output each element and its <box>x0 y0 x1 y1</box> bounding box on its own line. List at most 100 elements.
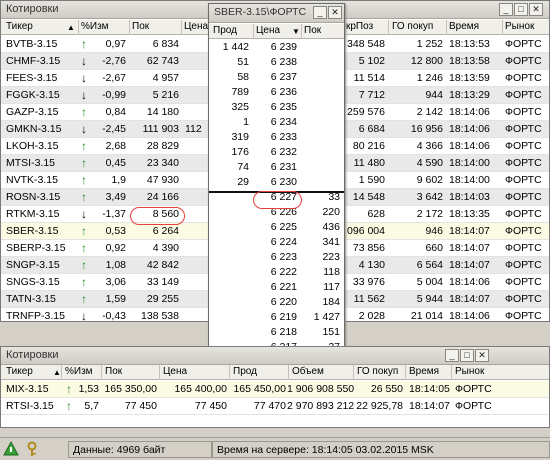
col-buy[interactable]: Пок <box>304 25 321 36</box>
sell-cell: 789 <box>231 86 249 98</box>
go-buy-cell: 22 925,78 <box>356 400 403 412</box>
depth-row[interactable]: 325 6 235 <box>209 100 344 115</box>
close-button[interactable]: ✕ <box>328 6 342 19</box>
col-go-buy[interactable]: ГО покуп <box>357 366 398 377</box>
depth-row[interactable]: 789 6 236 <box>209 85 344 100</box>
col-volume[interactable]: Объем <box>292 366 324 377</box>
market-cell: ФОРТС <box>505 72 542 84</box>
close-button[interactable]: ✕ <box>529 3 543 16</box>
depth-row[interactable]: 74 6 231 <box>209 160 344 175</box>
depth-row[interactable]: 319 6 233 <box>209 130 344 145</box>
col-market[interactable]: Рынок <box>505 21 534 32</box>
go-buy-cell: 3 642 <box>416 191 443 203</box>
sort-asc-icon[interactable]: ▲ <box>67 23 75 32</box>
depth-row[interactable]: 6 221 117 <box>209 280 344 295</box>
col-sell[interactable]: Прод <box>213 25 237 36</box>
arrow-down-icon: ↓ <box>81 309 87 322</box>
depth-row[interactable]: 58 6 237 <box>209 70 344 85</box>
bid-cell: 62 743 <box>146 55 179 67</box>
time-cell: 18:14:00 <box>449 157 490 169</box>
go-buy-cell: 946 <box>425 225 443 237</box>
arrow-down-icon: ↓ <box>81 88 87 102</box>
depth-row[interactable]: 6 219 1 427 <box>209 310 344 325</box>
col-change[interactable]: %Изм <box>65 366 93 377</box>
market-cell: ФОРТС <box>505 123 542 135</box>
price-cell: 6 219 <box>270 311 297 323</box>
depth-row[interactable]: 51 6 238 <box>209 55 344 70</box>
depth-row[interactable]: 1 442 6 239 <box>209 40 344 55</box>
change-cell: -2,45 <box>102 123 126 135</box>
market-cell: ФОРТС <box>505 242 542 254</box>
go-buy-cell: 944 <box>425 89 443 101</box>
connection-icon[interactable] <box>3 440 19 457</box>
minimize-button[interactable]: _ <box>313 6 327 19</box>
col-open-interest[interactable]: крПоз <box>346 21 373 32</box>
buy-cell: 151 <box>322 326 340 338</box>
time-cell: 18:14:06 <box>449 140 490 152</box>
arrow-up-icon: ↑ <box>81 292 87 306</box>
bottom-window-title: Котировки <box>6 349 59 361</box>
depth-row[interactable]: 6 222 118 <box>209 265 344 280</box>
depth-row[interactable]: 6 223 223 <box>209 250 344 265</box>
market-cell: ФОРТС <box>505 225 542 237</box>
col-change[interactable]: %Изм <box>81 21 109 32</box>
key-icon[interactable] <box>24 441 40 457</box>
arrow-up-icon: ↑ <box>66 399 72 413</box>
price-cell: 6 237 <box>270 71 297 83</box>
col-price[interactable]: Цена <box>163 366 187 377</box>
depth-row[interactable]: 176 6 232 <box>209 145 344 160</box>
depth-row[interactable]: 29 6 230 <box>209 175 344 190</box>
bid-cell: 4 957 <box>152 72 179 84</box>
depth-row[interactable]: 6 218 151 <box>209 325 344 340</box>
time-cell: 18:13:35 <box>449 208 490 220</box>
bid-cell: 24 166 <box>146 191 179 203</box>
sort-asc-icon[interactable]: ▲ <box>53 368 61 377</box>
col-market[interactable]: Рынок <box>455 366 484 377</box>
ticker-cell: FEES-3.15 <box>6 72 58 84</box>
market-cell: ФОРТС <box>505 293 542 305</box>
change-cell: 1,53 <box>78 383 99 395</box>
change-cell: 0,97 <box>105 38 126 50</box>
col-bid[interactable]: Пок <box>105 366 122 377</box>
col-time[interactable]: Время <box>449 21 479 32</box>
time-cell: 18:14:00 <box>449 174 490 186</box>
minimize-button[interactable]: _ <box>499 3 513 16</box>
col-ask[interactable]: Прод <box>233 366 257 377</box>
table-row[interactable]: MIX-3.15 ↑ 1,53 165 350,00 165 400,00 165 450… <box>1 381 549 398</box>
maximize-button[interactable]: □ <box>460 349 474 362</box>
go-buy-cell: 21 014 <box>410 310 443 322</box>
col-ticker[interactable]: Тикер <box>6 21 33 32</box>
minimize-button[interactable]: _ <box>445 349 459 362</box>
market-cell: ФОРТС <box>455 383 492 395</box>
table-row[interactable]: RTSI-3.15 ↑ 5,7 77 450 77 450 77 470 2 970 893… <box>1 398 549 415</box>
col-bid[interactable]: Пок <box>132 21 149 32</box>
sort-desc-icon[interactable]: ▼ <box>292 27 300 36</box>
bottom-titlebar[interactable]: Котировки _ □ ✕ <box>1 347 549 365</box>
col-price[interactable]: Цена <box>256 25 280 36</box>
maximize-button[interactable]: □ <box>514 3 528 16</box>
col-ticker[interactable]: Тикер <box>6 366 33 377</box>
depth-titlebar[interactable]: SBER-3.15\ФОРТС _ ✕ <box>209 4 344 23</box>
volume-cell: 1 906 908 550 <box>287 383 355 395</box>
depth-row[interactable]: 6 220 184 <box>209 295 344 310</box>
price-cell: 6 218 <box>270 326 297 338</box>
col-price[interactable]: Цена <box>184 21 208 32</box>
go-buy-cell: 16 956 <box>410 123 443 135</box>
time-cell: 18:13:58 <box>449 55 490 67</box>
col-go-buy[interactable]: ГО покуп <box>392 21 433 32</box>
time-cell: 18:14:06 <box>449 123 490 135</box>
change-cell: 3,49 <box>105 191 126 203</box>
col-time[interactable]: Время <box>409 366 439 377</box>
market-cell: ФОРТС <box>505 174 542 186</box>
market-cell: ФОРТС <box>455 400 492 412</box>
close-button[interactable]: ✕ <box>475 349 489 362</box>
sell-cell: 325 <box>231 101 249 113</box>
go-buy-cell: 2 172 <box>416 208 443 220</box>
depth-row[interactable]: 1 6 234 <box>209 115 344 130</box>
depth-row[interactable]: 6 224 341 <box>209 235 344 250</box>
go-buy-cell: 5 944 <box>416 293 443 305</box>
quotes-window-title: Котировки <box>6 3 59 15</box>
price-cell: 6 230 <box>270 176 297 188</box>
depth-row[interactable]: 6 225 436 <box>209 220 344 235</box>
ticker-cell: FGGK-3.15 <box>6 89 60 101</box>
